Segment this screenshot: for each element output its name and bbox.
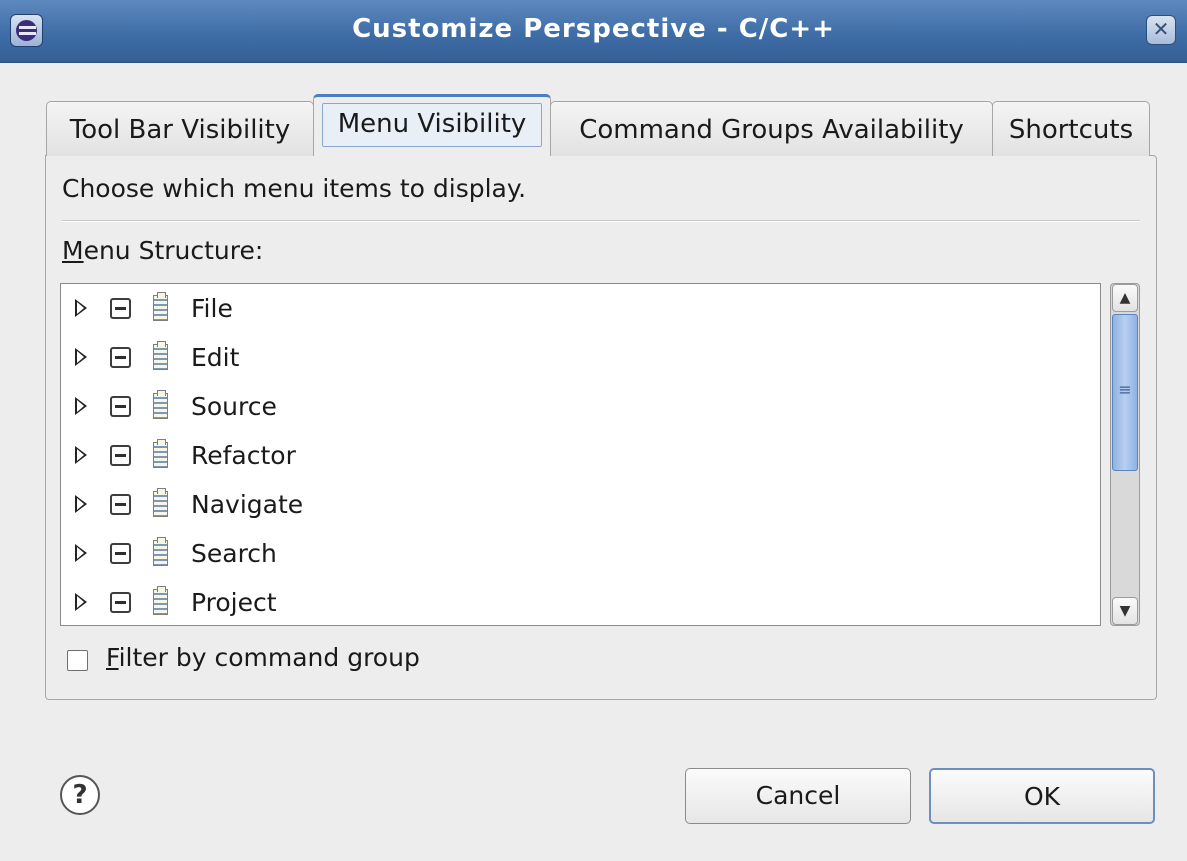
menu-document-icon: [153, 390, 168, 419]
window-title: Customize Perspective - C/C++: [352, 14, 835, 44]
filter-by-command-group-checkbox[interactable]: [67, 650, 88, 671]
menu-document-icon: [153, 292, 168, 321]
expand-arrow-icon[interactable]: [75, 495, 87, 513]
tristate-checkbox-icon[interactable]: [110, 592, 131, 613]
tree-item-edit[interactable]: Edit: [61, 335, 1100, 383]
expand-arrow-icon[interactable]: [75, 544, 87, 562]
tree-item-navigate[interactable]: Navigate: [61, 482, 1100, 530]
menu-document-icon: [153, 537, 168, 566]
help-icon[interactable]: ?: [60, 775, 100, 815]
tristate-checkbox-icon[interactable]: [110, 347, 131, 368]
menu-document-icon: [153, 439, 168, 468]
tree-item-label: Edit: [191, 343, 240, 372]
tree-item-label: Search: [191, 539, 277, 568]
menu-document-icon: [153, 488, 168, 517]
menu-document-icon: [153, 341, 168, 370]
tab-tool-bar-visibility[interactable]: Tool Bar Visibility: [46, 101, 314, 156]
scroll-up-icon[interactable]: ▲: [1112, 284, 1138, 312]
scroll-down-icon[interactable]: ▼: [1112, 597, 1138, 625]
cancel-button[interactable]: Cancel: [685, 768, 911, 824]
expand-arrow-icon[interactable]: [75, 299, 87, 317]
vertical-scrollbar[interactable]: ▲ ≡ ▼: [1110, 283, 1140, 626]
tree-item-file[interactable]: File: [61, 286, 1100, 334]
menu-structure-tree[interactable]: File Edit Source Refactor Navigate Searc…: [60, 283, 1101, 626]
tristate-checkbox-icon[interactable]: [110, 543, 131, 564]
tristate-checkbox-icon[interactable]: [110, 298, 131, 319]
tree-item-label: Navigate: [191, 490, 304, 519]
filter-by-command-group-label[interactable]: Filter by command group: [106, 643, 420, 672]
scrollbar-thumb[interactable]: ≡: [1112, 314, 1138, 471]
menu-document-icon: [153, 586, 168, 615]
tab-command-groups-availability[interactable]: Command Groups Availability: [550, 101, 993, 156]
tree-item-label: File: [191, 294, 233, 323]
tree-item-source[interactable]: Source: [61, 384, 1100, 432]
tree-item-label: Refactor: [191, 441, 296, 470]
tree-item-label: Source: [191, 392, 277, 421]
separator: [62, 220, 1140, 222]
tab-menu-visibility-label: Menu Visibility: [322, 103, 542, 147]
tristate-checkbox-icon[interactable]: [110, 494, 131, 515]
expand-arrow-icon[interactable]: [75, 397, 87, 415]
expand-arrow-icon[interactable]: [75, 348, 87, 366]
title-bar: Customize Perspective - C/C++ ✕: [0, 0, 1187, 63]
tab-shortcuts[interactable]: Shortcuts: [992, 101, 1150, 156]
expand-arrow-icon[interactable]: [75, 593, 87, 611]
close-button[interactable]: ✕: [1146, 15, 1176, 45]
tristate-checkbox-icon[interactable]: [110, 396, 131, 417]
tree-item-project[interactable]: Project: [61, 580, 1100, 625]
tristate-checkbox-icon[interactable]: [110, 445, 131, 466]
tree-item-label: Project: [191, 588, 277, 617]
ok-button[interactable]: OK: [929, 768, 1155, 824]
tree-item-refactor[interactable]: Refactor: [61, 433, 1100, 481]
tab-menu-visibility[interactable]: Menu Visibility: [313, 94, 551, 156]
menu-structure-label: Menu Structure:: [62, 236, 264, 265]
expand-arrow-icon[interactable]: [75, 446, 87, 464]
tree-item-search[interactable]: Search: [61, 531, 1100, 579]
panel-description: Choose which menu items to display.: [62, 174, 527, 203]
